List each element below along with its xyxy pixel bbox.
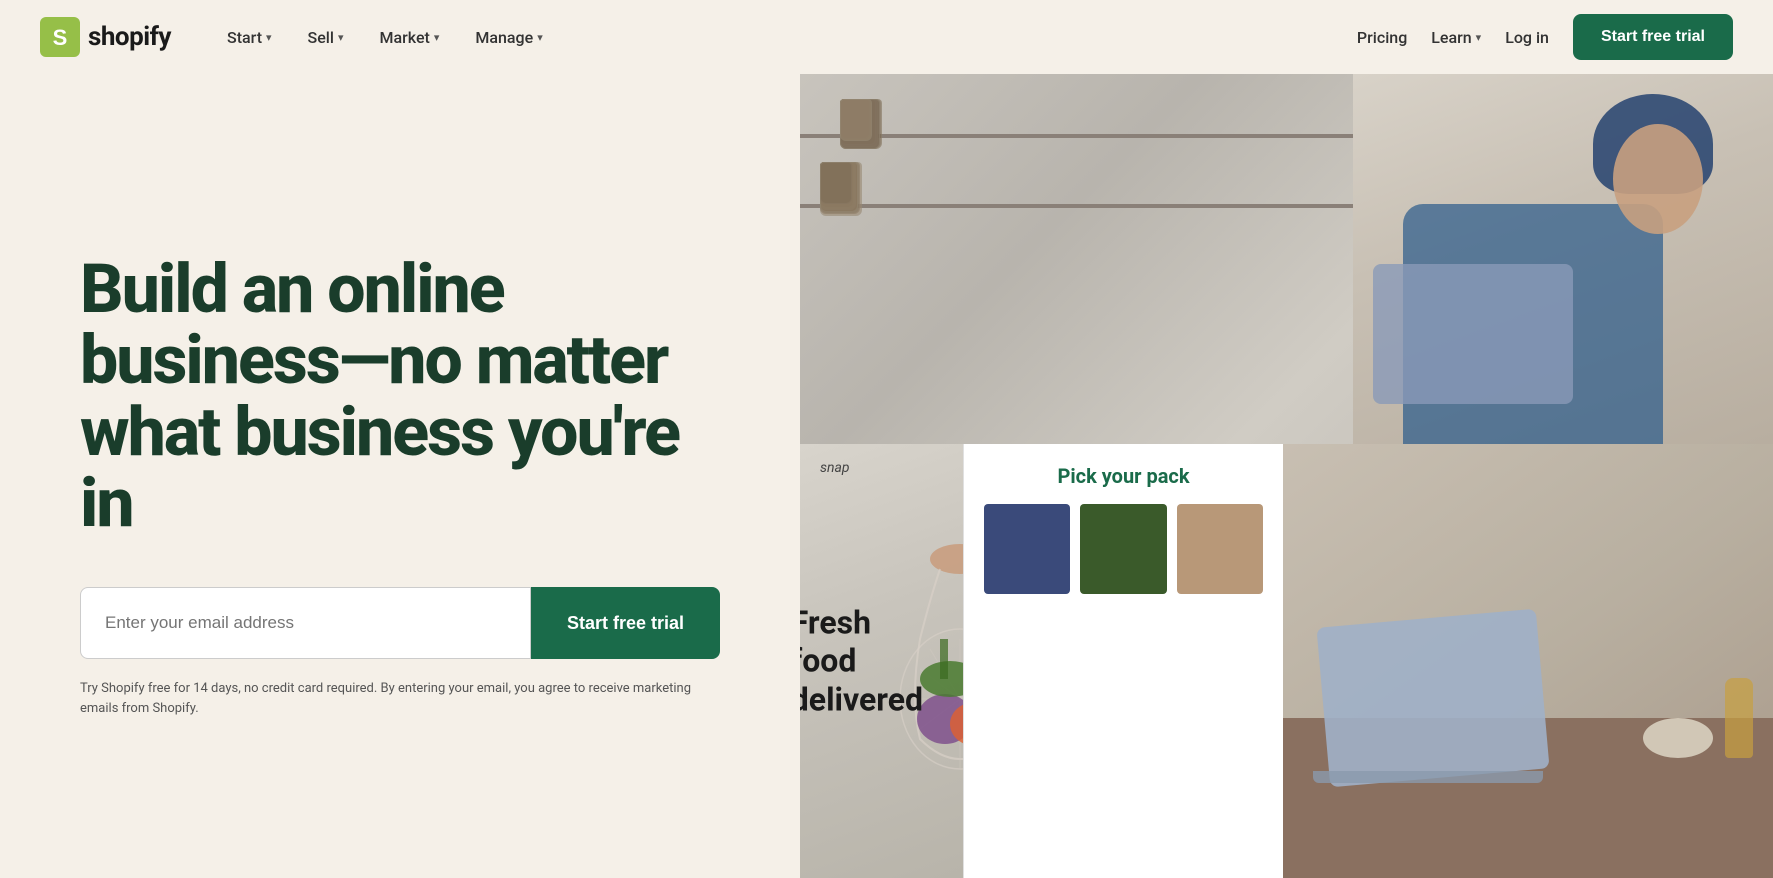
nav-item-market[interactable]: Market ▾ xyxy=(364,20,456,55)
chevron-down-icon: ▾ xyxy=(434,31,440,44)
kitchen-image-fill xyxy=(800,74,1773,444)
brand-name: shopify xyxy=(88,22,171,52)
navbar: S shopify Start ▾ Sell ▾ Market ▾ Manage… xyxy=(0,0,1773,74)
nav-left-links: Start ▾ Sell ▾ Market ▾ Manage ▾ xyxy=(211,20,1357,55)
chevron-down-icon: ▾ xyxy=(537,31,543,44)
color-swatches xyxy=(984,504,1263,594)
nav-item-pricing[interactable]: Pricing xyxy=(1357,28,1407,47)
woman-laptop-bg xyxy=(1283,444,1773,878)
hero-section: Build an online business—no matter what … xyxy=(0,74,800,878)
hero-images: snap xyxy=(800,74,1773,878)
start-trial-nav-button[interactable]: Start free trial xyxy=(1573,14,1733,60)
logo[interactable]: S shopify xyxy=(40,17,171,57)
laptop-screen xyxy=(1316,609,1549,788)
snap-label: snap xyxy=(820,460,850,476)
swatch-blue[interactable] xyxy=(984,504,1070,594)
nav-item-manage[interactable]: Manage ▾ xyxy=(459,20,558,55)
nav-item-sell[interactable]: Sell ▾ xyxy=(292,20,360,55)
kitchen-image xyxy=(800,74,1773,444)
chevron-down-icon: ▾ xyxy=(1476,31,1482,44)
chevron-down-icon: ▾ xyxy=(266,31,272,44)
email-signup-form: Start free trial xyxy=(80,587,720,659)
jar-item xyxy=(840,99,872,141)
oil-bottle xyxy=(1725,678,1753,758)
swatch-green[interactable] xyxy=(1080,504,1166,594)
main-content: Build an online business—no matter what … xyxy=(0,74,1773,878)
laptop xyxy=(1373,264,1573,404)
disclaimer-text: Try Shopify free for 14 days, no credit … xyxy=(80,679,720,718)
bottom-panels: snap xyxy=(800,444,1773,878)
start-trial-hero-button[interactable]: Start free trial xyxy=(531,587,720,659)
nav-right-links: Pricing Learn ▾ Log in Start free trial xyxy=(1357,14,1733,60)
shopify-logo-icon: S xyxy=(40,17,80,57)
svg-text:S: S xyxy=(53,25,68,50)
fresh-food-card: snap xyxy=(800,444,963,878)
face xyxy=(1613,124,1703,234)
bowl xyxy=(1643,718,1713,758)
nav-item-start[interactable]: Start ▾ xyxy=(211,20,288,55)
fresh-food-bg: snap xyxy=(800,444,963,878)
pick-pack-card: Pick your pack xyxy=(963,444,1283,878)
laptop-base xyxy=(1313,771,1543,783)
nav-item-login[interactable]: Log in xyxy=(1505,28,1549,47)
nav-item-learn[interactable]: Learn ▾ xyxy=(1431,28,1481,47)
woman-laptop-card xyxy=(1283,444,1773,878)
fresh-food-text: Fresh fooddelivered xyxy=(800,603,923,718)
chevron-down-icon: ▾ xyxy=(338,31,344,44)
swatch-tan[interactable] xyxy=(1177,504,1263,594)
woman-figure xyxy=(1353,74,1773,444)
pick-pack-title: Pick your pack xyxy=(984,464,1263,488)
jar-item xyxy=(820,162,858,212)
hero-heading: Build an online business—no matter what … xyxy=(80,254,720,540)
fresh-food-heading: Fresh fooddelivered xyxy=(800,603,923,718)
email-input[interactable] xyxy=(80,587,531,659)
